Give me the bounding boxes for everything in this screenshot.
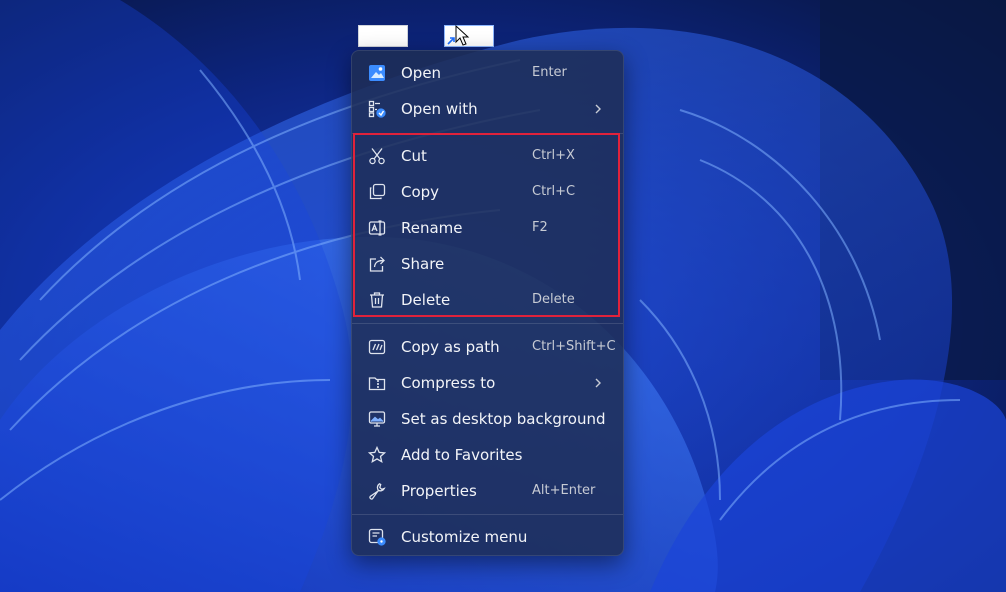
menu-item-share[interactable]: Share xyxy=(358,247,617,281)
image-file-icon xyxy=(368,64,386,82)
menu-item-copy[interactable]: Copy Ctrl+C xyxy=(358,175,617,209)
menu-item-label: Cut xyxy=(401,147,427,165)
desktop-icon[interactable] xyxy=(358,25,408,47)
menu-item-label: Compress to xyxy=(401,374,496,392)
menu-item-shortcut: F2 xyxy=(532,220,548,235)
menu-item-customize-menu[interactable]: Customize menu xyxy=(358,520,617,554)
mouse-cursor-icon xyxy=(455,25,470,46)
menu-item-properties[interactable]: Properties Alt+Enter xyxy=(358,474,617,508)
star-icon xyxy=(368,446,386,464)
menu-item-label: Rename xyxy=(401,219,463,237)
copy-path-icon xyxy=(368,338,386,356)
menu-item-shortcut: Alt+Enter xyxy=(532,483,596,498)
context-menu: Open Enter Open with Cut Ctrl+X Copy Ctr… xyxy=(351,50,624,556)
menu-item-cut[interactable]: Cut Ctrl+X xyxy=(358,139,617,173)
menu-item-label: Copy as path xyxy=(401,338,500,356)
menu-item-rename[interactable]: Rename F2 xyxy=(358,211,617,245)
menu-separator xyxy=(352,514,623,515)
menu-item-label: Open xyxy=(401,64,442,82)
menu-item-shortcut: Delete xyxy=(532,292,575,307)
chevron-right-icon xyxy=(595,378,601,388)
menu-item-shortcut: Ctrl+Shift+C xyxy=(532,339,616,354)
menu-item-label: Copy xyxy=(401,183,440,201)
menu-item-delete[interactable]: Delete Delete xyxy=(358,283,617,317)
customize-menu-icon xyxy=(368,528,386,546)
menu-item-compress-to[interactable]: Compress to xyxy=(358,366,617,400)
menu-item-open[interactable]: Open Enter xyxy=(358,56,617,90)
wrench-icon xyxy=(368,482,386,500)
menu-item-set-as-desktop-background[interactable]: Set as desktop background xyxy=(358,402,617,436)
menu-item-copy-as-path[interactable]: Copy as path Ctrl+Shift+C xyxy=(358,330,617,364)
menu-separator xyxy=(352,323,623,324)
menu-item-label: Customize menu xyxy=(401,528,528,546)
menu-item-shortcut: Ctrl+C xyxy=(532,184,576,199)
menu-item-label: Open with xyxy=(401,100,478,118)
menu-separator xyxy=(352,133,623,134)
menu-item-open-with[interactable]: Open with xyxy=(358,92,617,126)
menu-item-label: Delete xyxy=(401,291,451,309)
rename-icon xyxy=(368,219,386,237)
copy-icon xyxy=(368,183,386,201)
menu-item-shortcut: Ctrl+X xyxy=(532,148,575,163)
menu-item-label: Share xyxy=(401,255,445,273)
menu-item-label: Set as desktop background xyxy=(401,410,606,428)
share-icon xyxy=(368,255,386,273)
menu-item-add-to-favorites[interactable]: Add to Favorites xyxy=(358,438,617,472)
trash-icon xyxy=(368,291,386,309)
scissors-icon xyxy=(368,147,386,165)
chevron-right-icon xyxy=(595,104,601,114)
menu-item-label: Add to Favorites xyxy=(401,446,523,464)
menu-item-label: Properties xyxy=(401,482,477,500)
zip-folder-icon xyxy=(368,374,386,392)
open-with-icon xyxy=(368,100,386,118)
menu-item-shortcut: Enter xyxy=(532,65,567,80)
desktop-background-icon xyxy=(368,410,386,428)
